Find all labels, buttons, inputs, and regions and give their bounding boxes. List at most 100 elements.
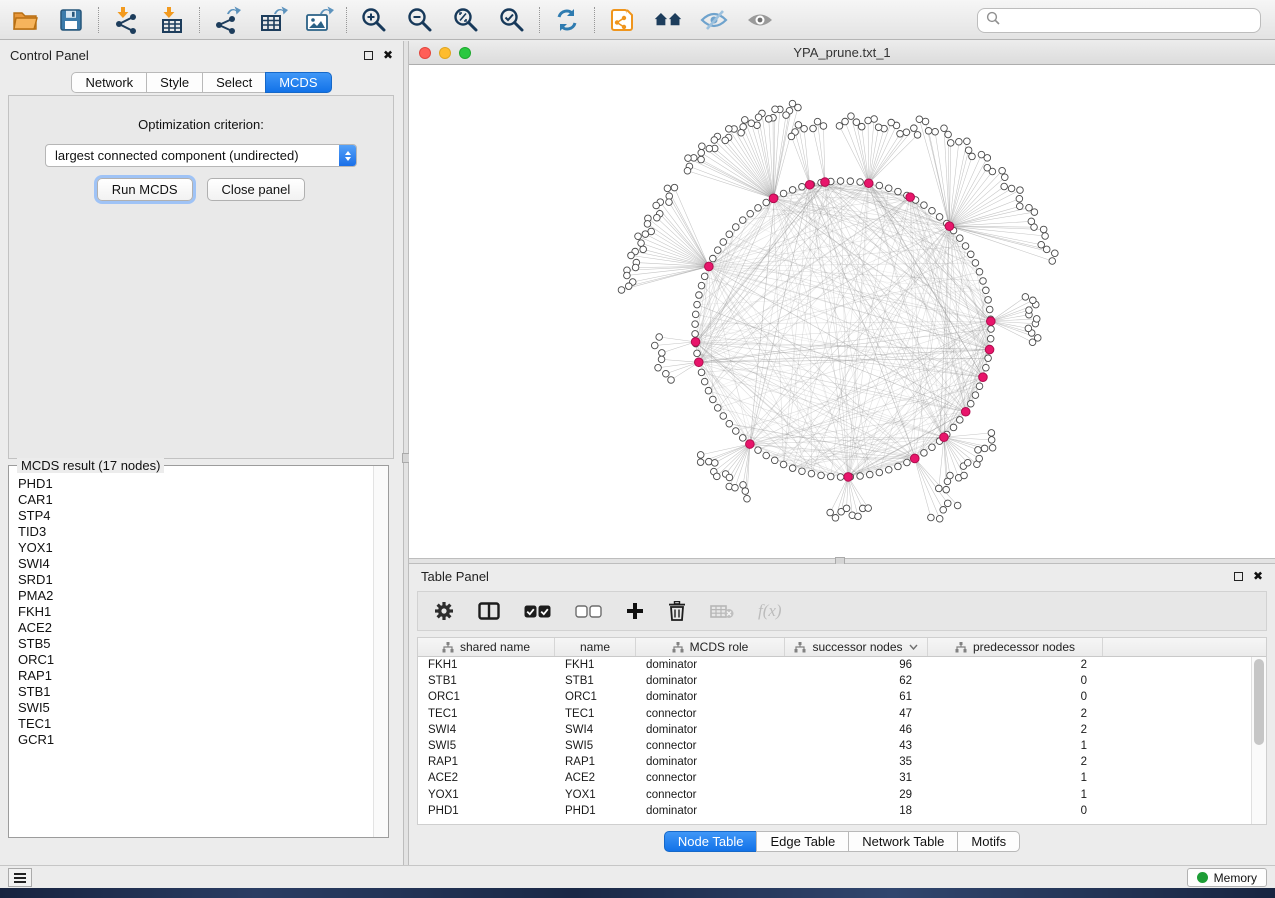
column-header-MCDS-role[interactable]: MCDS role xyxy=(636,638,785,656)
table-cell: SWI5 xyxy=(418,740,555,752)
close-panel-button[interactable]: Close panel xyxy=(207,178,306,201)
table-cell: 2 xyxy=(928,659,1103,671)
column-header-predecessor-nodes[interactable]: predecessor nodes xyxy=(928,638,1103,656)
mcds-result-item[interactable]: TEC1 xyxy=(18,716,372,732)
add-column-icon[interactable] xyxy=(626,599,644,623)
zoom-selected-icon[interactable] xyxy=(497,5,527,35)
node-table: shared namenameMCDS rolesuccessor nodesp… xyxy=(417,637,1267,825)
close-panel-icon[interactable]: ✖ xyxy=(1253,570,1263,582)
mcds-result-item[interactable]: PHD1 xyxy=(18,476,372,492)
optimization-criterion-label: Optimization criterion: xyxy=(9,117,393,132)
mcds-result-item[interactable]: FKH1 xyxy=(18,604,372,620)
mcds-result-item[interactable]: ORC1 xyxy=(18,652,372,668)
tab-network[interactable]: Network xyxy=(71,72,147,93)
close-panel-icon[interactable]: ✖ xyxy=(383,49,393,61)
network-window-titlebar[interactable]: YPA_prune.txt_1 xyxy=(409,41,1275,65)
mcds-result-item[interactable]: RAP1 xyxy=(18,668,372,684)
table-scrollbar[interactable] xyxy=(1251,657,1266,824)
table-cell: 47 xyxy=(785,708,928,720)
mcds-result-list: PHD1CAR1STP4TID3YOX1SWI4SRD1PMA2FKH1ACE2… xyxy=(10,472,372,836)
export-image-icon[interactable] xyxy=(304,5,334,35)
network-canvas[interactable] xyxy=(409,65,1275,558)
import-table-icon[interactable] xyxy=(157,5,187,35)
mcds-result-item[interactable]: SWI4 xyxy=(18,556,372,572)
mcds-result-item[interactable]: PMA2 xyxy=(18,588,372,604)
table-row[interactable]: SWI5SWI5connector431 xyxy=(418,738,1251,754)
table-row[interactable]: SWI4SWI4dominator462 xyxy=(418,722,1251,738)
scrollbar-thumb[interactable] xyxy=(1254,659,1264,745)
export-table-icon[interactable] xyxy=(258,5,288,35)
tab-mcds[interactable]: MCDS xyxy=(265,72,331,93)
table-cell: 18 xyxy=(785,805,928,817)
toolbar-separator xyxy=(199,7,200,33)
first-neighbors-icon[interactable] xyxy=(653,5,683,35)
table-row[interactable]: TEC1TEC1connector472 xyxy=(418,706,1251,722)
tab-network-table[interactable]: Network Table xyxy=(848,831,958,852)
mcds-result-item[interactable]: STB1 xyxy=(18,684,372,700)
table-cell: ORC1 xyxy=(555,691,636,703)
mcds-result-item[interactable]: SRD1 xyxy=(18,572,372,588)
mcds-result-item[interactable]: ACE2 xyxy=(18,620,372,636)
zoom-in-icon[interactable] xyxy=(359,5,389,35)
table-cell: 2 xyxy=(928,724,1103,736)
table-cell: 0 xyxy=(928,675,1103,687)
deselect-all-checkboxes-icon[interactable] xyxy=(575,599,602,623)
tab-node-table[interactable]: Node Table xyxy=(664,831,758,852)
toolbar-separator xyxy=(98,7,99,33)
search-field[interactable] xyxy=(977,8,1261,33)
save-session-icon[interactable] xyxy=(56,5,86,35)
tab-select[interactable]: Select xyxy=(202,72,266,93)
table-row[interactable]: YOX1YOX1connector291 xyxy=(418,787,1251,803)
mcds-result-item[interactable]: STB5 xyxy=(18,636,372,652)
show-all-icon[interactable] xyxy=(745,5,775,35)
column-header-successor-nodes[interactable]: successor nodes xyxy=(785,638,928,656)
open-file-icon[interactable] xyxy=(10,5,40,35)
zoom-fit-icon[interactable] xyxy=(451,5,481,35)
refresh-view-icon[interactable] xyxy=(552,5,582,35)
run-mcds-button[interactable]: Run MCDS xyxy=(97,178,193,201)
export-network-icon[interactable] xyxy=(212,5,242,35)
select-all-checkboxes-icon[interactable] xyxy=(524,599,551,623)
mcds-result-item[interactable]: GCR1 xyxy=(18,732,372,748)
column-header-name[interactable]: name xyxy=(555,638,636,656)
tab-style[interactable]: Style xyxy=(146,72,203,93)
table-row[interactable]: PHD1PHD1dominator180 xyxy=(418,803,1251,819)
optimization-criterion-select[interactable]: largest connected component (undirected) xyxy=(45,144,357,167)
memory-button[interactable]: Memory xyxy=(1187,868,1267,887)
status-bar: Memory xyxy=(0,865,1275,888)
mcds-result-item[interactable]: TID3 xyxy=(18,524,372,540)
table-panel-title: Table Panel xyxy=(421,569,489,584)
table-cell: SWI4 xyxy=(418,724,555,736)
tab-motifs[interactable]: Motifs xyxy=(957,831,1020,852)
toolbar-separator xyxy=(539,7,540,33)
tab-edge-table[interactable]: Edge Table xyxy=(756,831,849,852)
table-cell: dominator xyxy=(636,691,785,703)
table-row[interactable]: ORC1ORC1dominator610 xyxy=(418,689,1251,705)
mcds-result-item[interactable]: YOX1 xyxy=(18,540,372,556)
table-options-gear-icon[interactable] xyxy=(434,599,454,623)
import-network-icon[interactable] xyxy=(111,5,141,35)
table-row[interactable]: ACE2ACE2connector311 xyxy=(418,770,1251,786)
show-columns-icon[interactable] xyxy=(478,599,500,623)
mcds-tab-content: Optimization criterion: largest connecte… xyxy=(8,95,394,459)
duplicate-network-icon[interactable] xyxy=(607,5,637,35)
table-row[interactable]: STB1STB1dominator620 xyxy=(418,673,1251,689)
search-input[interactable] xyxy=(1006,13,1252,28)
task-history-button[interactable] xyxy=(8,868,32,887)
network-graph[interactable] xyxy=(409,65,1275,558)
zoom-out-icon[interactable] xyxy=(405,5,435,35)
float-panel-icon[interactable] xyxy=(364,51,373,60)
float-panel-icon[interactable] xyxy=(1234,572,1243,581)
table-cell: STB1 xyxy=(555,675,636,687)
delete-column-icon[interactable] xyxy=(668,599,686,623)
mcds-result-item[interactable]: CAR1 xyxy=(18,492,372,508)
column-header-shared-name[interactable]: shared name xyxy=(418,638,555,656)
mcds-result-item[interactable]: STP4 xyxy=(18,508,372,524)
table-row[interactable]: RAP1RAP1dominator352 xyxy=(418,754,1251,770)
table-row[interactable]: FKH1FKH1dominator962 xyxy=(418,657,1251,673)
mcds-result-item[interactable]: SWI5 xyxy=(18,700,372,716)
table-cell: dominator xyxy=(636,675,785,687)
table-cell: RAP1 xyxy=(555,756,636,768)
hide-selected-icon[interactable] xyxy=(699,5,729,35)
result-list-scrollbar[interactable] xyxy=(373,466,388,837)
